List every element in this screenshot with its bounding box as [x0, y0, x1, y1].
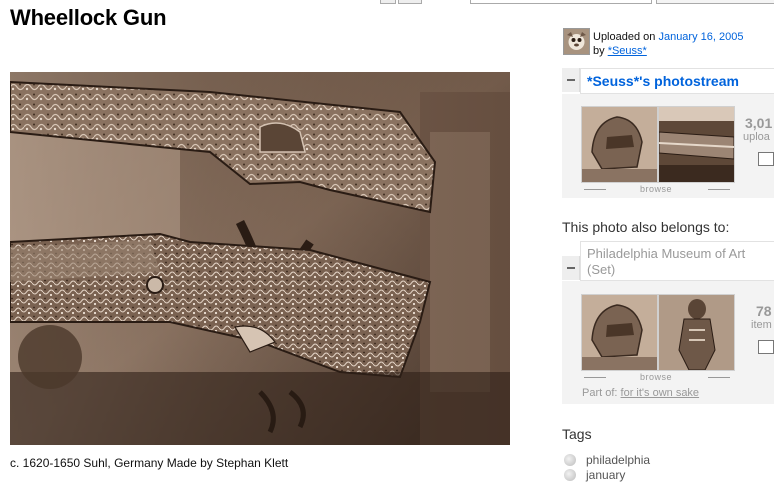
- search-field[interactable]: [656, 0, 774, 4]
- avatar-icon: [564, 29, 589, 54]
- set-slideshow-icon[interactable]: [758, 340, 774, 354]
- prev-arrow-icon[interactable]: [584, 189, 606, 190]
- photostream-count: 3,01: [745, 115, 773, 131]
- by-label: by: [593, 45, 605, 57]
- browse-label[interactable]: browse: [640, 184, 672, 194]
- tag-globe-icon: [564, 469, 576, 481]
- part-of-label: Part of:: [582, 387, 618, 399]
- armor-suit-thumb-icon: [659, 295, 734, 370]
- photo-caption: c. 1620-1650 Suhl, Germany Made by Steph…: [10, 456, 289, 470]
- set-next-arrow-icon[interactable]: [708, 377, 730, 378]
- uploader-link[interactable]: *Seuss*: [608, 45, 647, 57]
- set-browse-label[interactable]: browse: [640, 372, 672, 382]
- browser-chrome-strip: [0, 0, 774, 4]
- armor-helmet-thumb-icon: [582, 107, 657, 182]
- slideshow-icon[interactable]: [758, 152, 774, 166]
- page-title: Wheellock Gun: [10, 5, 167, 30]
- next-arrow-icon[interactable]: [708, 189, 730, 190]
- photostream-count-label: uploa: [743, 131, 770, 143]
- toolbar-button[interactable]: [380, 0, 396, 4]
- gun-thumb-icon: [659, 107, 734, 182]
- tag-globe-icon: [564, 454, 576, 466]
- collapse-set-button[interactable]: [562, 256, 580, 280]
- toolbar-button[interactable]: [398, 0, 422, 4]
- tag-item[interactable]: philadelphia: [564, 453, 650, 467]
- set-header: Philadelphia Museum of Art (Set): [580, 241, 774, 281]
- photostream-next-thumbnail[interactable]: [658, 106, 735, 183]
- tag-item[interactable]: january: [564, 468, 625, 482]
- upload-info: Uploaded on January 16, 2005 by *Seuss*: [593, 30, 743, 58]
- tag-label[interactable]: january: [586, 468, 625, 482]
- address-field[interactable]: [470, 0, 652, 4]
- set-count: 78: [756, 303, 772, 319]
- set-count-label: item: [751, 319, 772, 331]
- buddy-icon[interactable]: [563, 28, 590, 55]
- photostream-title-link[interactable]: *Seuss*'s photostream: [587, 73, 739, 89]
- collapse-photostream-button[interactable]: [562, 68, 580, 92]
- set-next-thumbnail[interactable]: [658, 294, 735, 371]
- part-of-link[interactable]: for it's own sake: [621, 387, 700, 399]
- part-of: Part of: for it's own sake: [582, 387, 699, 399]
- set-box: Philadelphia Museum of Art (Set) browse …: [562, 241, 774, 404]
- photostream-prev-thumbnail[interactable]: [581, 106, 658, 183]
- set-title-link[interactable]: Philadelphia Museum of Art (Set): [587, 246, 773, 278]
- main-photo[interactable]: [10, 72, 510, 445]
- belongs-heading: This photo also belongs to:: [562, 219, 730, 235]
- set-prev-thumbnail[interactable]: [581, 294, 658, 371]
- wheellock-gun-photo: [10, 72, 510, 445]
- upload-date-link[interactable]: January 16, 2005: [658, 31, 743, 43]
- armor-horse-thumb-icon: [582, 295, 657, 370]
- tags-heading: Tags: [562, 426, 592, 442]
- photostream-header: *Seuss*'s photostream: [580, 68, 774, 94]
- set-prev-arrow-icon[interactable]: [584, 377, 606, 378]
- uploaded-on-label: Uploaded on: [593, 31, 656, 43]
- tag-label[interactable]: philadelphia: [586, 453, 650, 467]
- photostream-box: *Seuss*'s photostream browse 3,01 uploa: [562, 68, 774, 198]
